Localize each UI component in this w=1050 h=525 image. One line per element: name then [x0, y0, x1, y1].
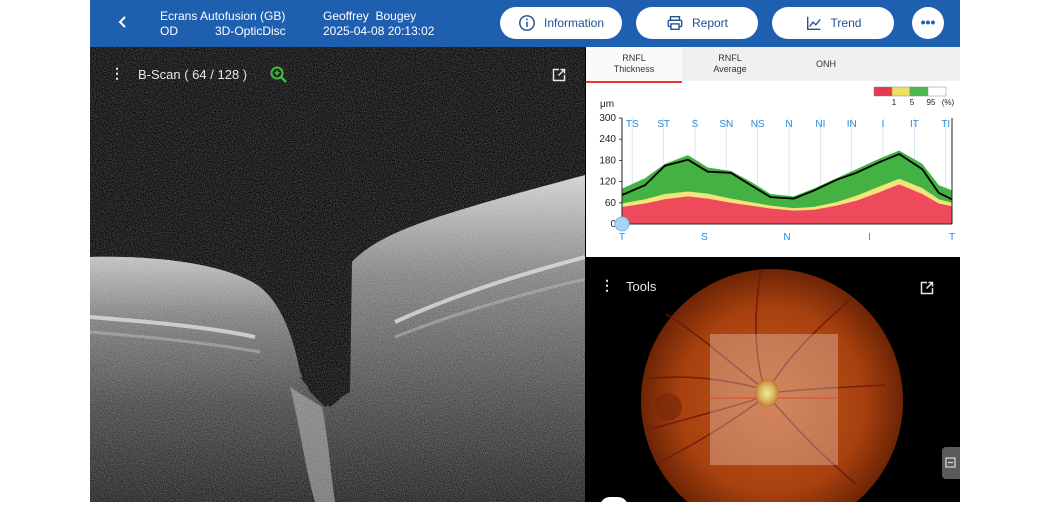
position-slider-handle[interactable]	[614, 216, 630, 232]
legend-swatch	[891, 86, 911, 97]
oct-bscan-image	[90, 47, 585, 502]
scan-type: 3D-OpticDisc	[215, 24, 286, 38]
sector-label: TI	[941, 119, 950, 130]
tab-rnfl-thickness[interactable]: RNFL Thickness	[586, 47, 682, 83]
tab-line1: RNFL	[622, 53, 646, 63]
app-window: Ecrans Autofusion (GB) OD 3D-OpticDisc G…	[90, 0, 960, 502]
device-name: Ecrans Autofusion (GB)	[160, 9, 286, 23]
patient-last-name: Bougey	[375, 9, 417, 23]
fundus-image	[641, 268, 903, 502]
rnfl-panel: RNFL Thickness RNFL Average ONH 1 5 95 (%) μ…	[586, 47, 960, 257]
y-tick-label: 120	[599, 177, 616, 188]
legend-label: 1	[892, 98, 897, 107]
y-tick-label: 180	[599, 155, 616, 166]
tools-title: Tools	[626, 279, 657, 294]
sector-label: I	[882, 119, 885, 130]
bscan-open-in-new-icon[interactable]	[552, 68, 566, 82]
y-axis-unit: μm	[600, 99, 614, 110]
x-bottom-label: N	[783, 232, 790, 243]
trend-button[interactable]: Trend	[772, 7, 894, 39]
y-tick-label: 60	[605, 198, 617, 209]
tools-open-in-new-icon[interactable]	[920, 281, 934, 295]
y-tick-label: 240	[599, 134, 616, 145]
printer-icon	[667, 16, 683, 30]
bscan-panel: ⋮ B-Scan ( 64 / 128 )	[90, 47, 585, 502]
patient-first-name: Geoffrey	[323, 9, 369, 23]
information-button[interactable]: Information	[500, 7, 622, 39]
x-bottom-label: S	[701, 232, 708, 243]
tools-panel: ⋮ Tools	[586, 259, 960, 502]
report-button[interactable]: Report	[636, 7, 758, 39]
tab-rnfl-average[interactable]: RNFL Average	[682, 47, 778, 81]
side-drawer-handle[interactable]	[942, 447, 960, 479]
bscan-title: B-Scan ( 64 / 128 )	[138, 67, 248, 82]
sector-label: N	[785, 119, 792, 130]
rnfl-thickness-chart: 1 5 95 (%)μmTS ST S SN NS N NI IN I IT TI060120180240…	[599, 86, 955, 243]
legend-label: 5	[910, 98, 915, 107]
chevron-left-icon[interactable]	[116, 12, 130, 37]
x-bottom-label: I	[868, 232, 871, 243]
x-bottom-label: T	[619, 232, 625, 243]
sector-label: IT	[910, 119, 919, 130]
x-bottom-label: T	[949, 232, 955, 243]
sector-label: NS	[751, 119, 765, 130]
information-label: Information	[543, 16, 605, 30]
more-menu-button[interactable]: •••	[912, 7, 944, 39]
trend-label: Trend	[830, 16, 862, 30]
sector-label: SN	[719, 119, 733, 130]
y-tick-label: 300	[599, 113, 616, 124]
trend-chart-icon	[806, 16, 821, 30]
legend-label: 95	[927, 98, 936, 107]
info-icon	[519, 15, 535, 31]
legend-label: (%)	[942, 98, 955, 107]
patient-name: Geoffrey Bougey	[323, 9, 416, 24]
sector-label: S	[692, 119, 699, 130]
collapse-icon	[945, 457, 956, 468]
sector-label: NI	[815, 119, 825, 130]
eye-label: OD	[160, 24, 178, 38]
tab-line2: Average	[713, 64, 747, 74]
tab-onh[interactable]: ONH	[778, 47, 874, 81]
exam-datetime: 2025-04-08 20:13:02	[323, 24, 435, 38]
sector-label: IN	[847, 119, 857, 130]
tab-line1: RNFL	[718, 53, 742, 63]
bscan-more-vert-icon[interactable]: ⋮	[110, 65, 124, 82]
tab-line1: ONH	[816, 58, 836, 69]
legend-swatch	[873, 86, 893, 97]
report-label: Report	[691, 16, 729, 30]
rnfl-tabs: RNFL Thickness RNFL Average ONH	[586, 47, 960, 83]
zoom-in-icon[interactable]	[270, 66, 288, 84]
legend-swatch	[927, 86, 947, 97]
sector-label: TS	[626, 119, 639, 130]
sector-label: ST	[657, 119, 670, 130]
top-bar: Ecrans Autofusion (GB) OD 3D-OpticDisc G…	[90, 0, 960, 47]
tools-more-vert-icon[interactable]: ⋮	[600, 277, 614, 294]
tab-line2: Thickness	[613, 64, 655, 74]
legend-swatch	[909, 86, 929, 97]
